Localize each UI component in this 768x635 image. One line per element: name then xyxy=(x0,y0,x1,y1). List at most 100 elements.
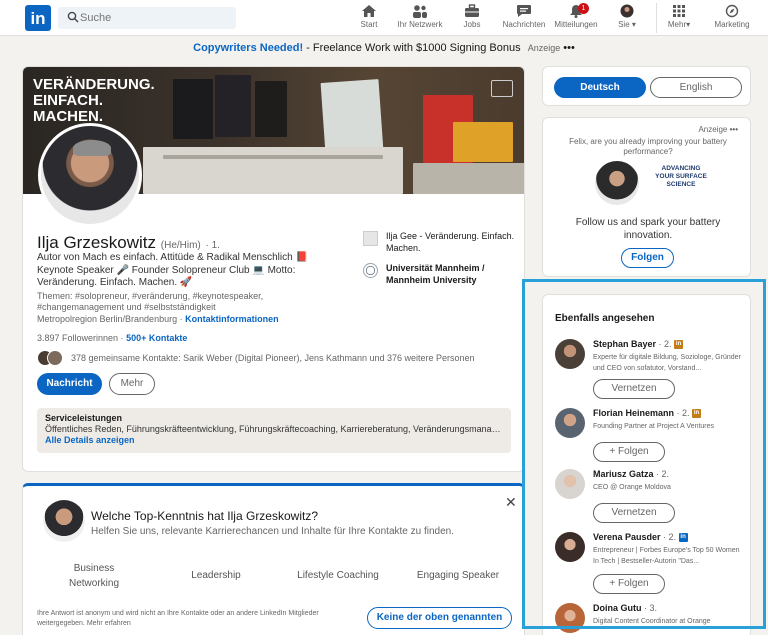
nav-label: Sie ▾ xyxy=(618,20,636,29)
skill-question-card: Welche Top-Kenntnis hat Ilja Grzeskowitz… xyxy=(22,483,525,635)
services-details-link[interactable]: Alle Details anzeigen xyxy=(45,435,135,445)
nav-messaging[interactable]: Nachrichten xyxy=(502,4,546,34)
compass-icon xyxy=(725,4,739,18)
promo-ad-label: Anzeige xyxy=(527,43,561,53)
profile-card: VERÄNDERUNG. EINFACH. MACHEN. Ilja Grzes… xyxy=(22,66,525,472)
nav-more[interactable]: Mehr▾ xyxy=(664,4,694,34)
skill-option[interactable]: Business Networking xyxy=(53,561,135,591)
skill-option[interactable]: Engaging Speaker xyxy=(403,568,513,583)
none-of-above-button[interactable]: Keine der oben genannten xyxy=(367,607,512,629)
linkedin-logo[interactable]: in xyxy=(25,5,51,31)
ad-message: Follow us and spark your battery innovat… xyxy=(575,217,721,241)
highlight-frame xyxy=(522,279,766,629)
nav-label: Jobs xyxy=(463,20,481,29)
more-icon[interactable]: ••• xyxy=(730,125,738,134)
profile-themes: Themen: #solopreneur, #veränderung, #key… xyxy=(37,291,264,312)
close-icon[interactable]: ✕ xyxy=(505,494,517,511)
more-button[interactable]: Mehr xyxy=(109,373,155,395)
notification-badge: 1 xyxy=(578,3,589,14)
skill-subtitle: Helfen Sie uns, relevante Karrierechance… xyxy=(91,526,455,537)
message-button[interactable]: Nachricht xyxy=(37,373,102,395)
banner-book xyxy=(215,75,251,137)
ad-brand: ADVANCING YOUR SURFACE SCIENCE xyxy=(655,165,707,188)
ad-avatar xyxy=(595,161,639,205)
contact-info-link[interactable]: Kontaktinformationen xyxy=(185,314,279,324)
skill-note: Ihre Antwort ist anonym und wird nicht a… xyxy=(37,610,319,627)
nav-me[interactable]: Sie ▾ xyxy=(612,4,642,34)
nav-network[interactable]: Ihr Netzwerk xyxy=(396,4,444,34)
grid-icon xyxy=(673,5,685,17)
skill-option[interactable]: Lifestyle Coaching xyxy=(283,568,393,583)
nav-marketing[interactable]: Marketing xyxy=(712,4,752,34)
location-text: Metropolregion Berlin/Brandenburg · xyxy=(37,314,183,324)
ad-line: Felix, are you already improving your ba… xyxy=(569,137,727,156)
search-icon xyxy=(67,11,79,23)
banner-book xyxy=(173,79,213,139)
nav-start[interactable]: Start xyxy=(354,4,384,34)
more-icon[interactable]: ••• xyxy=(563,42,575,54)
nav-label: Mitteilungen xyxy=(554,20,598,29)
language-deutsch-button[interactable]: Deutsch xyxy=(554,77,646,98)
avatar-hair xyxy=(73,140,111,156)
skill-option[interactable]: Leadership xyxy=(171,568,261,583)
nav-label: Start xyxy=(360,20,378,29)
search-bar[interactable] xyxy=(58,7,236,29)
network-icon xyxy=(413,5,427,18)
connections-link[interactable]: 500+ Kontakte xyxy=(126,333,187,343)
profile-headline: Autor von Mach es einfach. Attitüde & Ra… xyxy=(37,252,308,288)
top-nav: in Start Ihr Netzwerk Jobs Nachrichten 1… xyxy=(0,0,768,36)
avatar xyxy=(47,350,63,366)
banner-text-content: VERÄNDERUNG. EINFACH. MACHEN. xyxy=(33,76,155,125)
nav-divider xyxy=(656,3,657,33)
messaging-icon xyxy=(517,5,531,17)
services-heading: Serviceleistungen xyxy=(45,413,123,423)
me-avatar-icon xyxy=(620,4,634,18)
nav-label-text: Sie xyxy=(618,20,630,29)
promo-text: - Freelance Work with $1000 Signing Bonu… xyxy=(303,42,521,54)
language-english-button[interactable]: English xyxy=(650,77,742,98)
connection-degree: · 1. xyxy=(205,240,220,251)
experience-text: Ilja Gee - Veränderung. Einfach. Machen. xyxy=(386,231,515,253)
promo-title[interactable]: Copywriters Needed! xyxy=(193,42,303,54)
camera-icon[interactable] xyxy=(491,80,513,97)
chevron-down-icon: ▾ xyxy=(631,20,636,29)
home-icon xyxy=(362,5,376,17)
banner-book-stack xyxy=(413,163,524,194)
ad-label-text: Anzeige xyxy=(698,125,728,134)
nav-label: Ihr Netzwerk xyxy=(397,20,443,29)
profile-name-text: Ilja Grzeskowitz xyxy=(37,233,157,252)
banner-book xyxy=(255,81,287,137)
ad-label: Anzeige ••• xyxy=(698,125,738,134)
ad-follow-button[interactable]: Folgen xyxy=(621,248,674,268)
skill-question: Welche Top-Kenntnis hat Ilja Grzeskowitz… xyxy=(91,509,318,523)
banner-book-mach-es-einfach xyxy=(320,79,384,155)
banner-book-change xyxy=(453,122,513,162)
mutual-avatars xyxy=(37,349,65,367)
nav-label-text: Mehr xyxy=(667,20,687,29)
profile-avatar[interactable] xyxy=(38,123,142,227)
profile-followers: 3.897 Followerinnen · 500+ Kontakte xyxy=(37,333,187,343)
nav-jobs[interactable]: Jobs xyxy=(460,4,484,34)
nav-label: Mehr▾ xyxy=(668,20,690,29)
chevron-down-icon: ▾ xyxy=(686,20,691,29)
ad-card: Anzeige ••• Felix, are you already impro… xyxy=(542,117,751,277)
briefcase-icon xyxy=(465,4,479,17)
services-detail: Öffentliches Reden, Führungskräfteentwic… xyxy=(45,424,503,434)
promo-line[interactable]: Copywriters Needed! - Freelance Work wit… xyxy=(0,42,768,54)
search-input[interactable] xyxy=(80,10,230,26)
banner-book-edge xyxy=(163,155,383,159)
university-logo xyxy=(363,263,378,278)
nav-label: Nachrichten xyxy=(502,20,546,29)
profile-location: Metropolregion Berlin/Brandenburg · Kont… xyxy=(37,314,279,324)
profile-pronouns: (He/Him) xyxy=(160,240,201,251)
services-box: Serviceleistungen Öffentliches Reden, Fü… xyxy=(37,408,511,453)
nav-label: Marketing xyxy=(714,20,750,29)
followers-text: 3.897 Followerinnen · xyxy=(37,333,124,343)
company-logo xyxy=(363,231,378,246)
mutual-text: 378 gemeinsame Kontakte: Sarik Weber (Di… xyxy=(71,353,475,363)
banner-text: VERÄNDERUNG. EINFACH. MACHEN. xyxy=(33,76,155,125)
education-text: Universität Mannheim / Mannheim Universi… xyxy=(386,263,485,285)
skill-avatar xyxy=(43,500,85,542)
nav-notifications[interactable]: 1 Mitteilungen xyxy=(553,3,599,34)
language-card: Deutsch English xyxy=(542,66,751,106)
